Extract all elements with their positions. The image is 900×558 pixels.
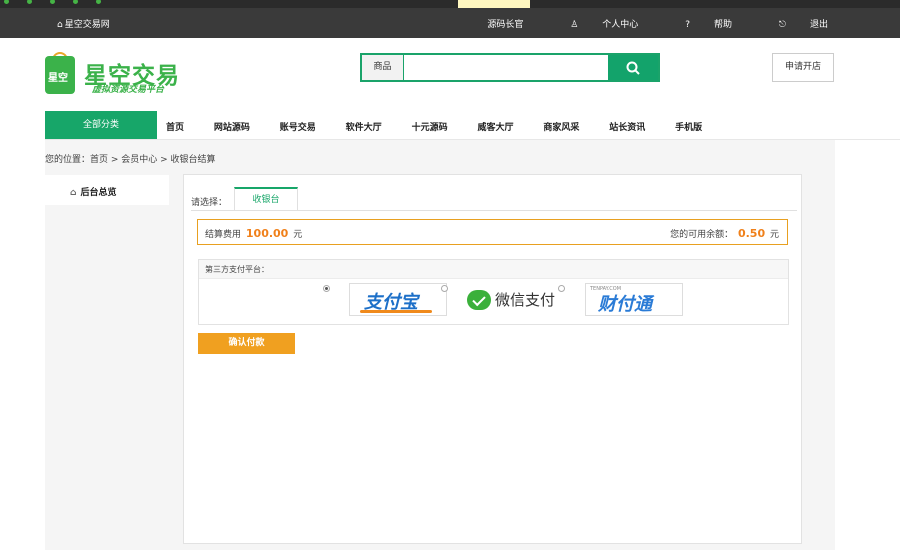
- radio-wechat[interactable]: [441, 285, 448, 292]
- breadcrumb: 您的位置：首页 > 会员中心 > 收银台结算: [45, 155, 216, 165]
- nav-item-account[interactable]: 账号交易: [280, 123, 316, 133]
- sidebar-item-overview[interactable]: ⌂ 后台总览: [70, 185, 116, 198]
- logout-icon: ⎋: [778, 20, 786, 30]
- tab-cashier[interactable]: 收银台: [234, 187, 298, 211]
- tab-divider: [191, 210, 797, 211]
- bookmark-item[interactable]: [26, 0, 35, 4]
- radio-tenpay[interactable]: [558, 285, 565, 292]
- confirm-payment-button[interactable]: 确认付款: [198, 333, 295, 354]
- balance-unit: 元: [769, 230, 779, 240]
- apply-shop-button[interactable]: 申请开店: [772, 53, 834, 82]
- nav-item-source[interactable]: 网站源码: [214, 123, 250, 133]
- bookmark-item[interactable]: [4, 0, 12, 4]
- all-categories-button[interactable]: 全部分类: [45, 111, 157, 140]
- help-icon: ?: [685, 20, 690, 30]
- radio-alipay[interactable]: [323, 285, 330, 292]
- fee-label: 结算费用: [205, 230, 242, 240]
- search-icon: [626, 61, 640, 75]
- topbar-link-logout[interactable]: ⎋ 退出: [757, 20, 828, 30]
- payment-header: 第三方支付平台：: [199, 260, 788, 279]
- nav-item-ten-yuan[interactable]: 十元源码: [412, 123, 448, 133]
- choose-label: 请选择：: [191, 198, 228, 208]
- fee-amount: 100.00: [245, 227, 289, 240]
- bookmark-item[interactable]: [49, 0, 58, 4]
- search-button[interactable]: [608, 55, 658, 80]
- home-icon: ⌂: [70, 188, 77, 198]
- topbar-link-profile[interactable]: ♙ 个人中心: [548, 20, 638, 30]
- nav-item-witkey[interactable]: 威客大厅: [477, 123, 513, 133]
- tenpay-logo[interactable]: TENPAY.COM 财付通: [585, 283, 683, 316]
- bookmark-item[interactable]: [72, 0, 81, 4]
- sidebar: ⌂ 后台总览: [45, 175, 169, 205]
- home-icon: ⌂: [57, 20, 63, 30]
- browser-bookmarks-bar: [0, 0, 900, 8]
- cashier-panel: 请选择： 收银台 结算费用 100.00 元 您的可用余额： 0.50 元 第三…: [183, 174, 802, 544]
- fee-unit: 元: [293, 230, 303, 240]
- fee-summary: 结算费用 100.00 元 您的可用余额： 0.50 元: [197, 219, 788, 245]
- payment-methods: 第三方支付平台： 支付宝 微信支付 TENPAY.COM 财付通: [198, 259, 789, 325]
- nav-item-news[interactable]: 站长资讯: [609, 123, 645, 133]
- nav-item-merchants[interactable]: 商家风采: [543, 123, 579, 133]
- logo-subtitle: 虚拟资源交易平台: [92, 85, 165, 95]
- nav-item-home[interactable]: 首页: [166, 123, 184, 133]
- wechat-icon: [467, 290, 491, 310]
- balance-label: 您的可用余额：: [670, 230, 734, 240]
- home-link[interactable]: ⌂ 星空交易网: [57, 17, 110, 30]
- topbar-link-help[interactable]: ? 帮助: [663, 20, 732, 30]
- topbar-link-source[interactable]: 源码长官: [487, 20, 523, 30]
- bookmark-item[interactable]: [95, 0, 104, 4]
- nav-item-software[interactable]: 软件大厅: [346, 123, 382, 133]
- user-icon: ♙: [570, 20, 579, 30]
- logo-bag-icon[interactable]: 星空: [45, 56, 75, 94]
- site-topbar: ⌂ 星空交易网 源码长官 ♙ 个人中心 ? 帮助 ⎋ 退出: [0, 8, 900, 38]
- bookmark-highlight: [458, 0, 530, 8]
- main-nav: 首页 网站源码 账号交易 软件大厅 十元源码 威客大厅 商家风采 站长资讯 手机…: [166, 120, 729, 133]
- search-bar: 商品: [360, 53, 660, 82]
- search-input[interactable]: [404, 55, 609, 80]
- nav-item-mobile[interactable]: 手机版: [675, 123, 702, 133]
- balance-amount: 0.50: [737, 227, 766, 240]
- alipay-logo[interactable]: 支付宝: [349, 283, 447, 316]
- search-category-select[interactable]: 商品: [362, 55, 404, 80]
